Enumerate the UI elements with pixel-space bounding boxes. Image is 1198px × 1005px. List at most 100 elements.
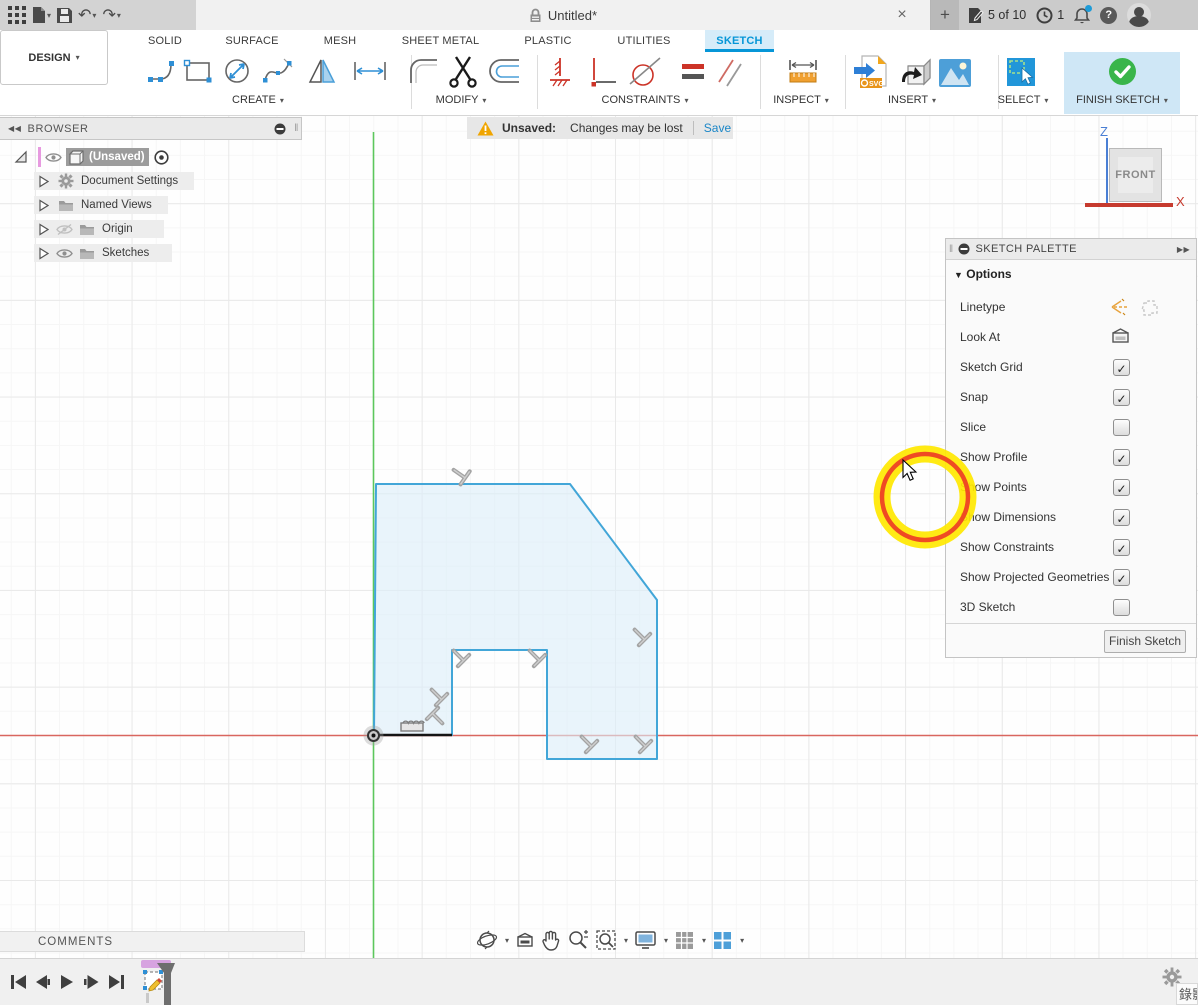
create-mirror-icon[interactable] [307, 56, 337, 86]
expand-arrow-icon[interactable] [38, 247, 49, 260]
timeline-step-forward-button[interactable] [82, 973, 100, 991]
file-menu-button[interactable]: ▾ [32, 6, 51, 24]
group-finish-sketch[interactable]: FINISH SKETCH ▾ [1076, 94, 1168, 106]
browser-resize-grip[interactable]: ‖ [294, 123, 299, 134]
visibility-eye-icon[interactable] [56, 247, 73, 260]
display-settings-caret[interactable]: ▾ [664, 936, 668, 945]
expand-arrow-icon[interactable] [38, 199, 49, 212]
group-constraints[interactable]: CONSTRAINTS ▾ [602, 94, 689, 106]
timeline-play-button[interactable] [58, 973, 76, 991]
browser-item-label[interactable]: Named Views [81, 199, 152, 211]
create-rectangle-icon[interactable] [183, 56, 213, 86]
finish-sketch-check-icon[interactable] [1108, 57, 1137, 86]
inspect-measure-icon[interactable] [786, 58, 820, 86]
expand-arrow-icon[interactable] [38, 223, 49, 236]
select-icon[interactable] [1005, 56, 1037, 88]
tab-mesh[interactable]: MESH [314, 30, 366, 52]
browser-item-label[interactable]: Origin [102, 223, 133, 235]
browser-display-mode-icon[interactable] [274, 123, 286, 135]
show-points-checkbox[interactable]: ✓ [1113, 479, 1130, 496]
viewports-caret[interactable]: ▾ [740, 936, 744, 945]
browser-collapse-icon[interactable]: ◀◀ [8, 124, 22, 133]
timeline-scrubber[interactable] [156, 961, 176, 1005]
insert-decal-icon[interactable] [898, 56, 934, 90]
grid-settings-icon[interactable] [674, 930, 695, 951]
notifications-bell-button[interactable] [1074, 7, 1090, 24]
modify-offset-icon[interactable] [487, 56, 521, 86]
browser-header[interactable]: ◀◀ BROWSER ‖ [0, 117, 302, 140]
zoom-icon[interactable] [567, 929, 589, 951]
group-inspect[interactable]: INSPECT ▾ [773, 94, 829, 106]
create-line-icon[interactable] [147, 56, 177, 86]
tab-surface[interactable]: SURFACE [220, 30, 284, 52]
visibility-eye-icon[interactable] [45, 152, 62, 163]
browser-root-row[interactable]: (Unsaved) [14, 148, 169, 166]
group-insert[interactable]: INSERT ▾ [888, 94, 936, 106]
viewports-icon[interactable] [712, 930, 733, 951]
finish-sketch-button[interactable]: Finish Sketch [1104, 630, 1186, 653]
timeline-go-to-end-button[interactable] [107, 973, 125, 991]
fit-caret[interactable]: ▾ [624, 936, 628, 945]
create-spline-icon[interactable] [262, 56, 294, 86]
tab-utilities[interactable]: UTILITIES [608, 30, 680, 52]
job-status-button[interactable]: 5 of 10 [967, 7, 1026, 24]
look-at-icon[interactable] [1111, 327, 1130, 346]
group-modify[interactable]: MODIFY ▾ [436, 94, 487, 106]
timeline-step-back-button[interactable] [34, 973, 52, 991]
browser-item-label[interactable]: Document Settings [81, 175, 178, 187]
modify-fillet-icon[interactable] [407, 56, 441, 86]
insert-canvas-icon[interactable] [938, 58, 972, 88]
slice-checkbox[interactable] [1113, 419, 1130, 436]
construction-linetype-icon[interactable] [1110, 297, 1130, 317]
orbit-caret[interactable]: ▾ [505, 936, 509, 945]
tab-sheet-metal[interactable]: SHEET METAL [392, 30, 489, 52]
tab-plastic[interactable]: PLASTIC [516, 30, 580, 52]
fit-icon[interactable] [595, 929, 617, 951]
document-tab[interactable]: Untitled* × [196, 0, 931, 30]
look-at-nav-icon[interactable] [515, 931, 535, 949]
3d-sketch-checkbox[interactable] [1113, 599, 1130, 616]
viewcube[interactable]: FRONT [1109, 148, 1162, 202]
constraint-tangent-icon[interactable] [628, 56, 662, 88]
constraint-parallel-icon[interactable] [715, 56, 745, 88]
redo-button[interactable]: ↷▾ [102, 5, 120, 25]
modify-trim-icon[interactable] [447, 54, 479, 88]
save-icon[interactable] [57, 8, 72, 23]
orbit-icon[interactable] [476, 929, 498, 951]
expand-arrow-open-icon[interactable] [14, 150, 28, 164]
create-dimension-icon[interactable] [350, 56, 390, 86]
sketch-palette-header[interactable]: ‖ SKETCH PALETTE ▶▶ [946, 239, 1196, 260]
workspace-selector[interactable]: DESIGN▾ [0, 30, 108, 85]
constraint-fix-icon[interactable] [547, 56, 573, 88]
browser-item-origin[interactable]: Origin [34, 220, 164, 238]
notification-center-button[interactable]: 1 [1036, 7, 1064, 24]
browser-item-named-views[interactable]: Named Views [34, 196, 168, 214]
root-document-name[interactable]: (Unsaved) [89, 151, 145, 163]
browser-item-document-settings[interactable]: Document Settings [34, 172, 194, 190]
browser-item-label[interactable]: Sketches [102, 247, 149, 259]
visibility-hidden-eye-icon[interactable] [56, 223, 73, 236]
insert-svg-icon[interactable]: SVG [852, 54, 890, 90]
new-tab-button[interactable]: + [931, 0, 959, 30]
save-link[interactable]: Save [704, 121, 731, 135]
app-grid-icon[interactable] [8, 6, 26, 24]
palette-collapse-icon[interactable]: ▶▶ [1177, 245, 1190, 254]
pan-hand-icon[interactable] [541, 929, 561, 951]
show-projected-geometries-checkbox[interactable]: ✓ [1113, 569, 1130, 586]
constraint-perpendicular-icon[interactable] [588, 56, 618, 88]
show-dimensions-checkbox[interactable]: ✓ [1113, 509, 1130, 526]
help-button[interactable]: ? [1100, 7, 1117, 24]
palette-resize-grip[interactable]: ‖ [949, 244, 954, 255]
constraint-equal-icon[interactable] [678, 60, 708, 84]
activate-radio-icon[interactable] [154, 150, 169, 165]
timeline-go-to-start-button[interactable] [10, 973, 28, 991]
palette-display-mode-icon[interactable] [958, 243, 970, 255]
tab-sketch[interactable]: SKETCH [705, 30, 774, 52]
group-create[interactable]: CREATE ▾ [232, 94, 284, 106]
group-select[interactable]: SELECT ▾ [998, 94, 1049, 106]
palette-options-section[interactable]: ▼ Options [954, 267, 1012, 281]
undo-button[interactable]: ↶▾ [78, 5, 96, 25]
grid-settings-caret[interactable]: ▾ [702, 936, 706, 945]
snap-checkbox[interactable]: ✓ [1113, 389, 1130, 406]
projected-linetype-icon[interactable] [1140, 297, 1160, 317]
